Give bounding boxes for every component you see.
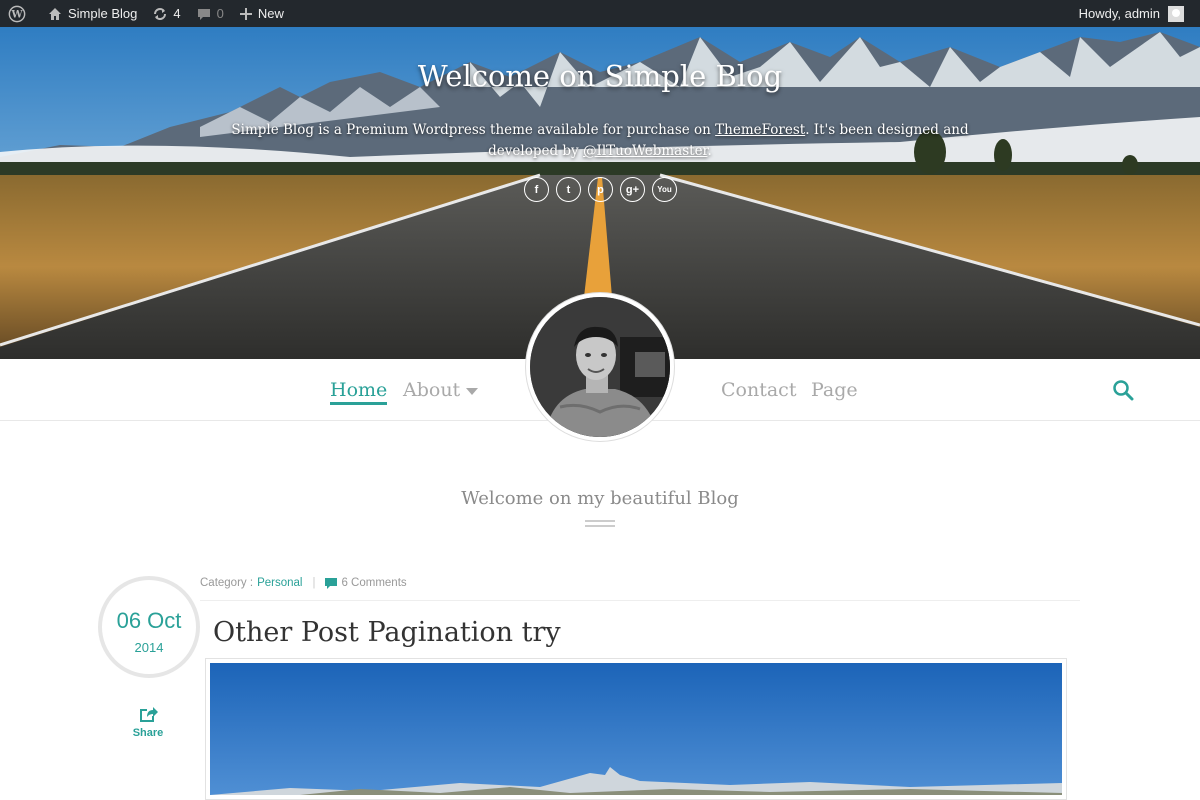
nav-item-page[interactable]: Page xyxy=(811,379,858,401)
comment-icon xyxy=(197,8,210,20)
wordpress-logo-icon[interactable]: W xyxy=(0,0,40,27)
svg-text:W: W xyxy=(10,9,23,20)
new-label: New xyxy=(257,6,284,21)
hero-desc-text-3: . xyxy=(707,143,712,159)
comments-link[interactable]: 6 Comments xyxy=(325,577,407,589)
google-plus-icon[interactable]: g+ xyxy=(620,177,645,202)
pinterest-glyph: p xyxy=(597,183,604,196)
post-title[interactable]: Other Post Pagination try xyxy=(213,617,561,648)
youtube-icon[interactable]: You xyxy=(652,177,677,202)
google-plus-glyph: g+ xyxy=(625,183,640,196)
post-date-badge: 06 Oct 2014 xyxy=(98,576,200,678)
comments-count-text: 6 Comments xyxy=(341,577,407,589)
hero-title: Welcome on Simple Blog xyxy=(417,59,783,93)
share-label: Share xyxy=(132,727,164,739)
share-button[interactable]: Share xyxy=(128,705,168,739)
hero-description: Simple Blog is a Premium Wordpress theme… xyxy=(225,120,975,162)
category-label: Category : xyxy=(200,577,254,589)
author-link[interactable]: @IlTuoWebmaster xyxy=(583,143,708,159)
youtube-glyph: You xyxy=(657,185,672,194)
category-link[interactable]: Personal xyxy=(257,577,302,589)
post-featured-image[interactable] xyxy=(205,658,1067,800)
account-menu[interactable]: Howdy, admin xyxy=(1071,0,1200,27)
updates-count: 4 xyxy=(173,6,181,21)
facebook-glyph: f xyxy=(534,183,539,196)
plus-icon xyxy=(239,7,252,20)
caret-down-icon xyxy=(466,387,479,395)
title-divider xyxy=(585,520,615,522)
twitter-glyph: t xyxy=(566,183,571,196)
post-meta: Category : Personal | 6 Comments xyxy=(200,577,1080,601)
share-icon xyxy=(140,707,158,722)
facebook-icon[interactable]: f xyxy=(524,177,549,202)
themeforest-link[interactable]: ThemeForest xyxy=(715,122,805,138)
home-icon xyxy=(49,7,61,20)
meta-separator: | xyxy=(312,577,316,589)
comment-bubble-icon xyxy=(325,577,338,589)
search-icon[interactable] xyxy=(1112,379,1134,405)
updates-link[interactable]: 4 xyxy=(145,0,188,27)
site-name: Simple Blog xyxy=(68,6,138,21)
hero-desc-text-1: Simple Blog is a Premium Wordpress theme… xyxy=(231,122,716,138)
social-links: f t p g+ You xyxy=(524,177,677,202)
post-date-day: 06 Oct xyxy=(116,608,182,633)
section-title: Welcome on my beautiful Blog xyxy=(461,488,739,509)
post-date-year: 2014 xyxy=(134,640,164,655)
wp-admin-bar: W Simple Blog 4 0 New Howdy, admin xyxy=(0,0,1200,27)
comments-count: 0 xyxy=(216,6,224,21)
site-name-link[interactable]: Simple Blog xyxy=(40,0,145,27)
profile-avatar xyxy=(526,293,674,441)
comments-link[interactable]: 0 xyxy=(189,0,232,27)
nav-item-contact[interactable]: Contact xyxy=(721,379,796,401)
new-content-link[interactable]: New xyxy=(232,0,292,27)
pinterest-icon[interactable]: p xyxy=(588,177,613,202)
howdy-text: Howdy, admin xyxy=(1078,6,1160,21)
nav-item-home[interactable]: Home xyxy=(330,379,388,405)
twitter-icon[interactable]: t xyxy=(556,177,581,202)
title-divider-2 xyxy=(585,525,615,527)
refresh-icon xyxy=(154,7,167,20)
nav-about-label: About xyxy=(403,379,461,401)
admin-avatar xyxy=(1168,5,1184,22)
nav-item-about[interactable]: About xyxy=(403,379,479,401)
